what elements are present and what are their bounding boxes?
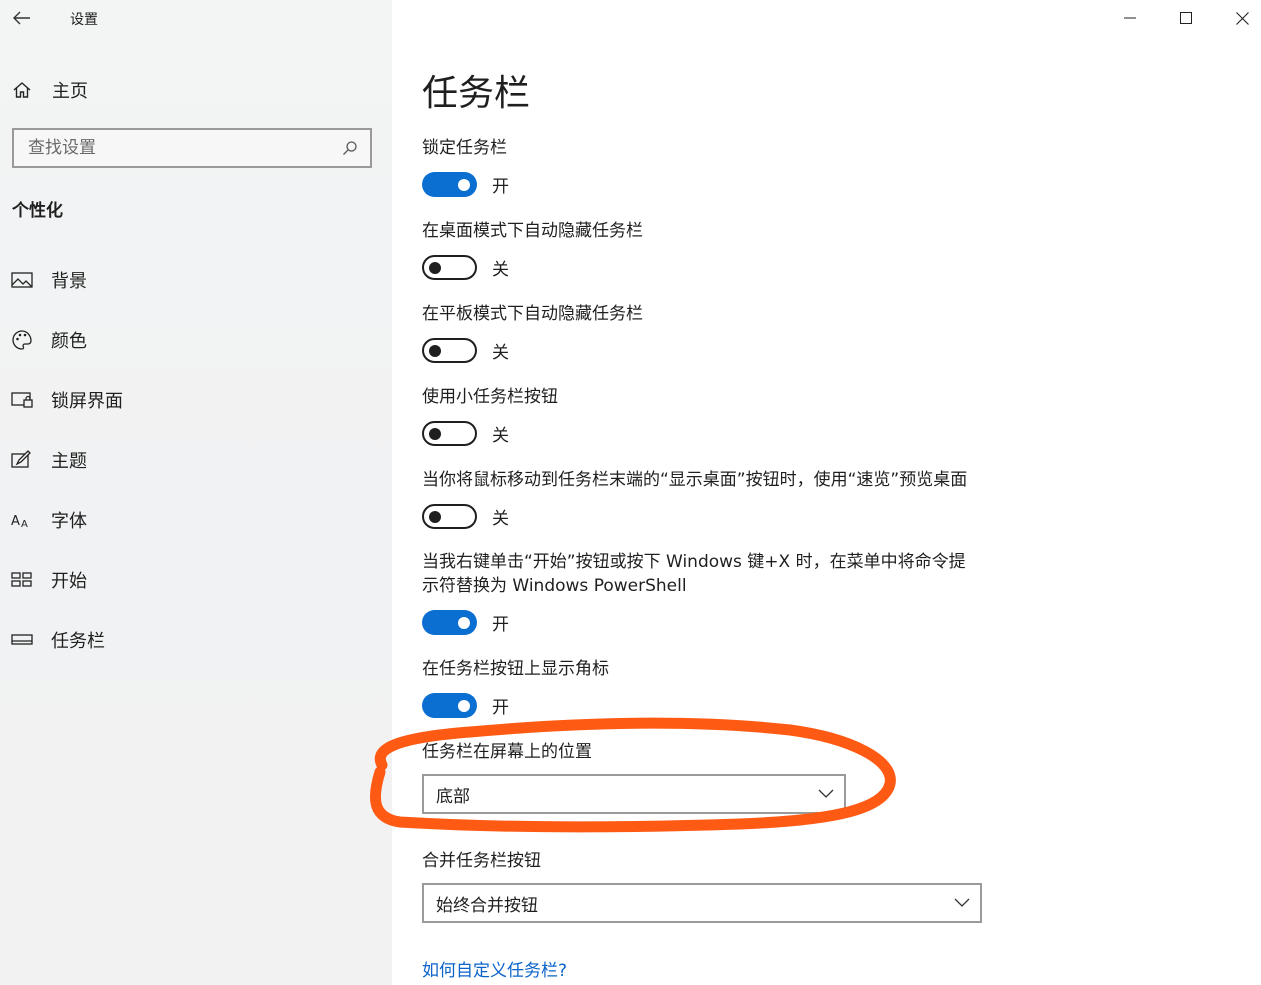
theme-icon (11, 449, 33, 471)
minimize-icon (1124, 17, 1136, 19)
setting-lock-taskbar: 锁定任务栏 开 (422, 136, 1022, 197)
combine-buttons-dropdown[interactable]: 始终合并按钮 (422, 883, 982, 923)
setting-label: 任务栏在屏幕上的位置 (422, 742, 592, 762)
taskbar-icon (11, 629, 33, 651)
sidebar-nav: 背景 颜色 锁屏界面 主题 AA 字体 开始 任务栏 (0, 250, 392, 670)
start-icon (11, 569, 33, 591)
setting-small-buttons: 使用小任务栏按钮 关 (422, 385, 1022, 446)
toggle-state-text: 开 (492, 615, 509, 635)
sidebar-item-label: 主页 (52, 81, 88, 102)
toggle-state-text: 关 (492, 426, 509, 446)
sidebar-item-label: 任务栏 (51, 631, 105, 652)
sidebar-item-label: 主题 (51, 451, 87, 472)
search-box[interactable] (12, 128, 372, 168)
search-input[interactable] (28, 138, 328, 158)
font-icon: AA (11, 509, 33, 531)
autohide-tablet-toggle[interactable] (422, 338, 477, 363)
sidebar-item-label: 字体 (51, 511, 87, 532)
lock-taskbar-toggle[interactable] (422, 172, 477, 197)
taskbar-position-dropdown[interactable]: 底部 (422, 774, 846, 814)
toggle-state-text: 开 (492, 698, 509, 718)
sidebar-item-colors[interactable]: 颜色 (0, 310, 392, 370)
toggle-state-text: 关 (492, 260, 509, 280)
close-button[interactable] (1214, 0, 1261, 36)
home-icon (12, 80, 32, 100)
maximize-button[interactable] (1158, 0, 1214, 36)
svg-text:A: A (11, 514, 20, 529)
sidebar-item-taskbar[interactable]: 任务栏 (0, 610, 392, 670)
sidebar-item-background[interactable]: 背景 (0, 250, 392, 310)
sidebar: 设置 主页 个性化 背景 颜色 锁屏界面 (0, 0, 392, 985)
setting-powershell: 当我右键单击“开始”按钮或按下 Windows 键+X 时，在菜单中将命令提示符… (422, 550, 982, 635)
maximize-icon (1180, 12, 1192, 24)
setting-autohide-tablet: 在平板模式下自动隐藏任务栏 关 (422, 302, 1022, 363)
sidebar-item-label: 颜色 (51, 331, 87, 352)
toggle-state-text: 关 (492, 509, 509, 529)
badges-toggle[interactable] (422, 693, 477, 718)
sidebar-item-label: 开始 (51, 571, 87, 592)
setting-label: 合并任务栏按钮 (422, 851, 541, 871)
setting-label: 使用小任务栏按钮 (422, 387, 558, 407)
page-title: 任务栏 (422, 73, 531, 114)
help-link[interactable]: 如何自定义任务栏? (422, 956, 567, 981)
peek-toggle[interactable] (422, 504, 477, 529)
powershell-toggle[interactable] (422, 610, 477, 635)
setting-label: 锁定任务栏 (422, 138, 507, 158)
sidebar-item-start[interactable]: 开始 (0, 550, 392, 610)
palette-icon (11, 329, 33, 351)
autohide-desktop-toggle[interactable] (422, 255, 477, 280)
chevron-down-icon (954, 898, 970, 907)
sidebar-item-home[interactable]: 主页 (0, 72, 392, 108)
picture-icon (11, 269, 33, 291)
toggle-state-text: 关 (492, 343, 509, 363)
app-title: 设置 (70, 12, 98, 28)
setting-autohide-desktop: 在桌面模式下自动隐藏任务栏 关 (422, 219, 1022, 280)
chevron-down-icon (818, 789, 834, 798)
lockscreen-icon (11, 389, 33, 411)
sidebar-item-label: 锁屏界面 (51, 391, 123, 412)
dropdown-value: 始终合并按钮 (436, 895, 538, 916)
dropdown-value: 底部 (436, 786, 470, 807)
small-buttons-toggle[interactable] (422, 421, 477, 446)
setting-label: 在任务栏按钮上显示角标 (422, 659, 609, 679)
close-icon (1235, 11, 1249, 25)
setting-label: 当我右键单击“开始”按钮或按下 Windows 键+X 时，在菜单中将命令提示符… (422, 552, 966, 596)
section-title: 个性化 (12, 201, 63, 221)
minimize-button[interactable] (1102, 0, 1158, 36)
setting-label: 在平板模式下自动隐藏任务栏 (422, 304, 643, 324)
back-arrow-icon (13, 11, 30, 25)
setting-badges: 在任务栏按钮上显示角标 开 (422, 657, 1022, 718)
search-icon[interactable] (342, 140, 358, 156)
sidebar-item-label: 背景 (51, 271, 87, 292)
setting-label: 当你将鼠标移动到任务栏末端的“显示桌面”按钮时，使用“速览”预览桌面 (422, 470, 968, 490)
setting-taskbar-position: 任务栏在屏幕上的位置 底部 (422, 740, 1022, 814)
setting-combine-buttons: 合并任务栏按钮 始终合并按钮 (422, 849, 1022, 923)
setting-peek: 当你将鼠标移动到任务栏末端的“显示桌面”按钮时，使用“速览”预览桌面 关 (422, 468, 1022, 529)
back-button[interactable] (6, 4, 38, 32)
sidebar-item-fonts[interactable]: AA 字体 (0, 490, 392, 550)
sidebar-item-themes[interactable]: 主题 (0, 430, 392, 490)
sidebar-item-lockscreen[interactable]: 锁屏界面 (0, 370, 392, 430)
svg-text:A: A (21, 519, 28, 529)
toggle-state-text: 开 (492, 177, 509, 197)
setting-label: 在桌面模式下自动隐藏任务栏 (422, 221, 643, 241)
